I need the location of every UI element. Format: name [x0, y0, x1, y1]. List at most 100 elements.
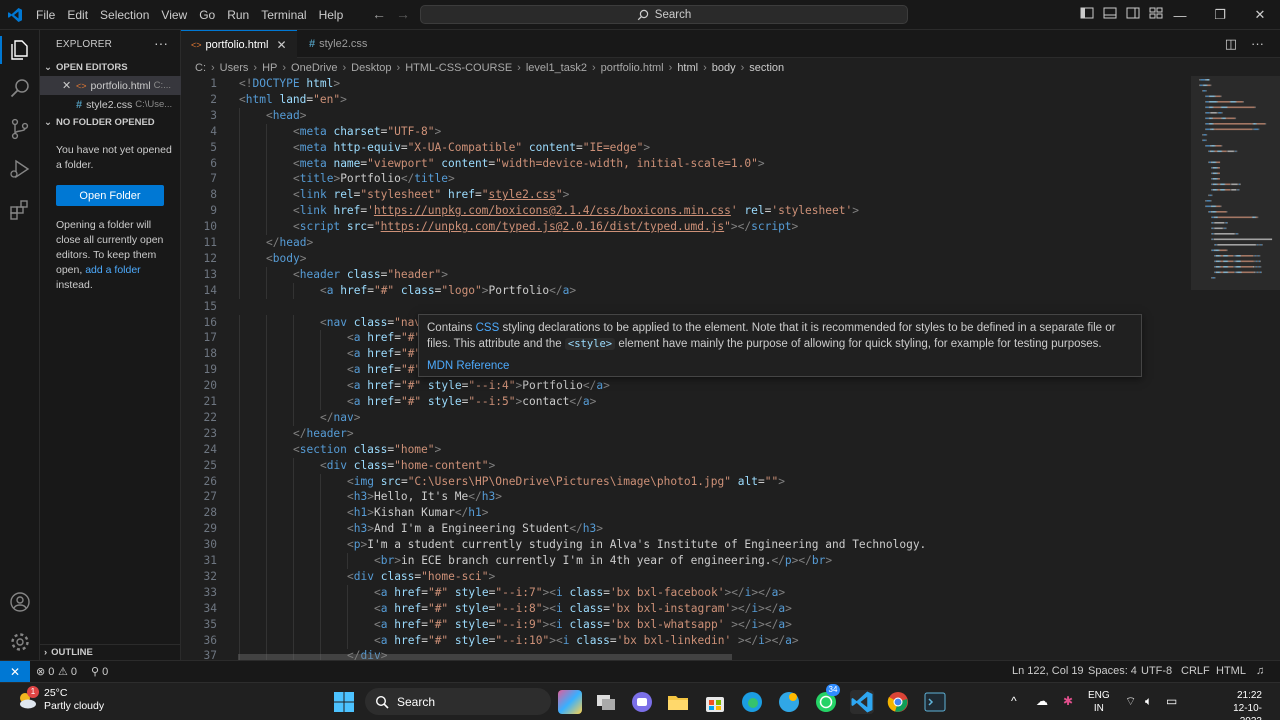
- code-line[interactable]: 25 <div class="home-content">: [181, 457, 1191, 474]
- breadcrumb-item[interactable]: section: [749, 62, 784, 74]
- menu-help[interactable]: Help: [313, 0, 350, 30]
- breadcrumb-item[interactable]: Users: [220, 62, 249, 74]
- more-editor-actions-icon[interactable]: ···: [1251, 36, 1264, 52]
- language-mode[interactable]: HTML: [1216, 665, 1246, 677]
- teams-chat-icon[interactable]: [630, 690, 654, 714]
- volume-icon[interactable]: 🔈︎: [1145, 694, 1152, 709]
- errors-count[interactable]: ⊗ 0: [36, 665, 54, 678]
- breadcrumb-item[interactable]: HP: [262, 62, 277, 74]
- menu-file[interactable]: File: [30, 0, 61, 30]
- menu-go[interactable]: Go: [193, 0, 221, 30]
- system-clock[interactable]: 21:22 12-10-2023: [1212, 689, 1262, 720]
- code-line[interactable]: 31 <br>in ECE branch currently I'm in 4th…: [181, 553, 1191, 569]
- open-editor-style2-css[interactable]: # style2.css C:\Use...: [40, 95, 181, 114]
- onedrive-cloud-icon[interactable]: ☁: [1036, 694, 1048, 708]
- terminal-app-icon[interactable]: [923, 690, 947, 714]
- open-editor-portfolio-html[interactable]: ✕ <> portfolio.html C:...: [40, 76, 181, 95]
- no-folder-section[interactable]: ⌄ NO FOLDER OPENED: [44, 117, 155, 128]
- code-line[interactable]: 2 <html land="en">: [181, 92, 1191, 108]
- breadcrumb-item[interactable]: html: [677, 62, 698, 74]
- wifi-icon[interactable]: ⌔: [1125, 694, 1136, 709]
- menu-view[interactable]: View: [155, 0, 193, 30]
- code-line[interactable]: 24 <section class="home">: [181, 441, 1191, 458]
- tab-portfolio-html[interactable]: <> portfolio.html ✕: [181, 30, 297, 58]
- forward-arrow-icon[interactable]: →: [396, 6, 410, 22]
- menu-edit[interactable]: Edit: [61, 0, 94, 30]
- battery-icon[interactable]: ▭: [1166, 694, 1177, 708]
- extensions-icon[interactable]: [8, 198, 32, 222]
- code-line[interactable]: 20 <a href="#" style="--i:4">Portfolio</a…: [181, 378, 1191, 395]
- code-line[interactable]: 36 <a href="#" style="--i:10"><i class='b…: [181, 632, 1191, 649]
- warnings-count[interactable]: ⚠ 0: [58, 665, 77, 678]
- notifications-bell-icon[interactable]: ♫: [1256, 665, 1264, 677]
- app-icon[interactable]: [777, 690, 801, 714]
- code-line[interactable]: 21 <a href="#" style="--i:5">contact</a>: [181, 394, 1191, 410]
- breadcrumb-item[interactable]: OneDrive: [291, 62, 337, 74]
- search-view-icon[interactable]: [8, 77, 32, 101]
- breadcrumb-item[interactable]: level1_task2: [526, 62, 587, 74]
- explorer-icon[interactable]: [8, 38, 32, 62]
- task-view-icon[interactable]: [594, 690, 618, 714]
- encoding[interactable]: UTF-8: [1141, 665, 1172, 677]
- code-line[interactable]: 29 <h3>And I'm a Engineering Student</h3>: [181, 521, 1191, 538]
- code-line[interactable]: 23 </header>: [181, 425, 1191, 442]
- toggle-sidebar-icon[interactable]: [1080, 6, 1094, 20]
- code-line[interactable]: 9 <link href='https://unpkg.com/boxicons@…: [181, 203, 1191, 220]
- code-line[interactable]: 22 </nav>: [181, 409, 1191, 426]
- outline-section[interactable]: › OUTLINE: [40, 644, 181, 660]
- weather-widget[interactable]: 1 25°C Partly cloudy: [16, 686, 104, 713]
- open-folder-button[interactable]: Open Folder: [56, 185, 164, 206]
- more-actions-icon[interactable]: ···: [154, 35, 168, 51]
- breadcrumb-item[interactable]: HTML-CSS-COURSE: [405, 62, 512, 74]
- code-line[interactable]: 35 <a href="#" style="--i:9"><i class='bx…: [181, 616, 1191, 633]
- command-center-search[interactable]: Search: [420, 5, 908, 24]
- run-debug-icon[interactable]: [8, 157, 32, 181]
- code-line[interactable]: 13 <header class="header">: [181, 266, 1191, 283]
- tray-app-icon[interactable]: ✱: [1063, 694, 1073, 708]
- accounts-icon[interactable]: [8, 590, 32, 614]
- restore-icon[interactable]: ❐: [1200, 0, 1240, 30]
- language-indicator[interactable]: ENG IN: [1088, 689, 1110, 715]
- code-line[interactable]: 10 <script src="https://unpkg.com/typed.j…: [181, 219, 1191, 236]
- source-control-icon[interactable]: [8, 117, 32, 141]
- tab-style2-css[interactable]: # style2.css: [299, 30, 377, 58]
- code-line[interactable]: 27 <h3>Hello, It's Me</h3>: [181, 489, 1191, 506]
- code-line[interactable]: 11 </head>: [181, 235, 1191, 251]
- windows-start-icon[interactable]: [332, 690, 356, 714]
- toggle-secondary-sidebar-icon[interactable]: [1126, 6, 1140, 20]
- code-line[interactable]: 5 <meta http-equiv="X-UA-Compatible" cont…: [181, 139, 1191, 156]
- cursor-position[interactable]: Ln 122, Col 19: [1012, 665, 1084, 677]
- code-line[interactable]: 1 <!DOCTYPE html>: [181, 76, 1191, 92]
- code-line[interactable]: 8 <link rel="stylesheet" href="style2.css…: [181, 187, 1191, 204]
- code-line[interactable]: 7 <title>Portfolio</title>: [181, 171, 1191, 188]
- code-line[interactable]: 15: [181, 299, 1191, 315]
- breadcrumb-item[interactable]: body: [712, 62, 736, 74]
- menu-selection[interactable]: Selection: [94, 0, 155, 30]
- vscode-taskbar-icon[interactable]: [850, 690, 874, 714]
- back-arrow-icon[interactable]: ←: [372, 6, 386, 22]
- close-tab-icon[interactable]: ✕: [277, 38, 287, 52]
- microsoft-store-icon[interactable]: [703, 690, 727, 714]
- code-line[interactable]: 33 <a href="#" style="--i:7"><i class='bx…: [181, 584, 1191, 601]
- chrome-icon[interactable]: [886, 690, 910, 714]
- copilot-icon[interactable]: [558, 690, 582, 714]
- line-ending[interactable]: CRLF: [1181, 665, 1210, 677]
- open-editors-section[interactable]: ⌄ OPEN EDITORS: [44, 62, 128, 73]
- code-line[interactable]: 26 <img src="C:\Users\HP\OneDrive\Picture…: [181, 473, 1191, 490]
- close-window-icon[interactable]: ✕: [1240, 0, 1280, 30]
- toggle-panel-icon[interactable]: [1103, 6, 1117, 20]
- code-line[interactable]: 12 <body>: [181, 250, 1191, 267]
- code-line[interactable]: 34 <a href="#" style="--i:8"><i class='bx…: [181, 600, 1191, 617]
- remote-indicator-icon[interactable]: ✕: [0, 661, 30, 683]
- file-explorer-icon[interactable]: [666, 690, 690, 714]
- code-line[interactable]: 4 <meta charset="UTF-8">: [181, 123, 1191, 140]
- breadcrumb-item[interactable]: Desktop: [351, 62, 391, 74]
- menu-run[interactable]: Run: [221, 0, 255, 30]
- show-hidden-icons-icon[interactable]: ^: [1011, 694, 1017, 708]
- minimap[interactable]: [1191, 76, 1280, 660]
- close-editor-icon[interactable]: ✕: [62, 79, 76, 92]
- minimize-icon[interactable]: —: [1160, 0, 1200, 30]
- code-line[interactable]: 28 <h1>Kishan Kumar</h1>: [181, 505, 1191, 522]
- breadcrumb-item[interactable]: C:: [195, 62, 206, 74]
- settings-gear-icon[interactable]: [8, 630, 32, 654]
